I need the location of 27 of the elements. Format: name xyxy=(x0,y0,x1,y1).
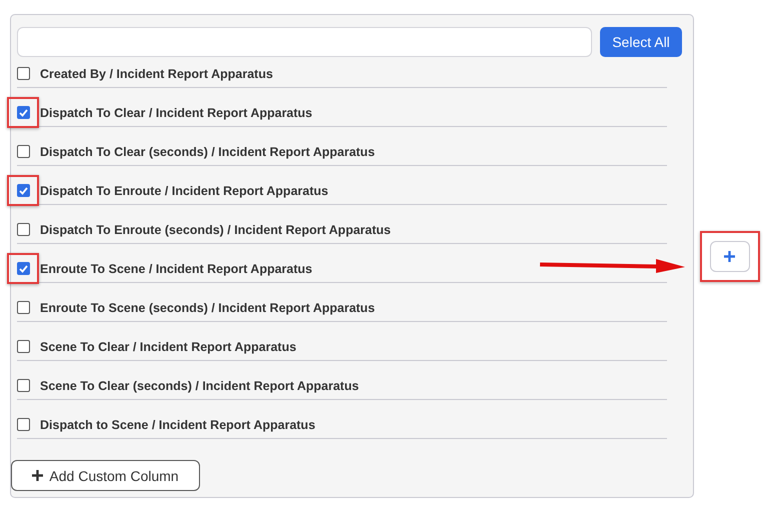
plus-icon xyxy=(724,250,735,262)
checkbox[interactable] xyxy=(17,379,30,392)
column-label: Created By / Incident Report Apparatus xyxy=(40,66,273,80)
checkbox[interactable] xyxy=(17,418,30,431)
checkbox[interactable] xyxy=(17,262,30,275)
add-custom-column-button[interactable]: Add Custom Column xyxy=(11,460,200,491)
checkbox[interactable] xyxy=(17,106,30,119)
column-label: Enroute To Scene (seconds) / Incident Report Apparatus xyxy=(40,300,375,314)
select-all-button[interactable]: Select All xyxy=(600,27,682,57)
column-label: Dispatch To Clear / Incident Report Apparatus xyxy=(40,106,312,120)
checkbox[interactable] xyxy=(17,223,30,236)
checkbox[interactable] xyxy=(17,301,30,314)
column-label: Dispatch To Clear (seconds) / Incident Report Apparatus xyxy=(40,144,375,158)
plus-icon xyxy=(32,470,44,482)
search-field[interactable] xyxy=(17,27,592,57)
column-label: Dispatch to Scene / Incident Report Apparatus xyxy=(40,418,316,432)
checkbox[interactable] xyxy=(17,340,30,353)
column-label: Scene To Clear (seconds) / Incident Report Apparatus xyxy=(40,378,359,392)
column-label: Enroute To Scene / Incident Report Apparatus xyxy=(40,262,312,276)
arrow-icon xyxy=(538,258,686,274)
column-label: Dispatch To Enroute / Incident Report Apparatus xyxy=(40,184,328,198)
column-label: Scene To Clear / Incident Report Apparatus xyxy=(40,340,296,354)
checkbox[interactable] xyxy=(17,145,30,158)
checkbox[interactable] xyxy=(17,67,30,80)
checkbox[interactable] xyxy=(17,184,30,197)
add-button[interactable] xyxy=(710,240,750,272)
column-label: Dispatch To Enroute (seconds) / Incident Report Apparatus xyxy=(40,222,391,236)
